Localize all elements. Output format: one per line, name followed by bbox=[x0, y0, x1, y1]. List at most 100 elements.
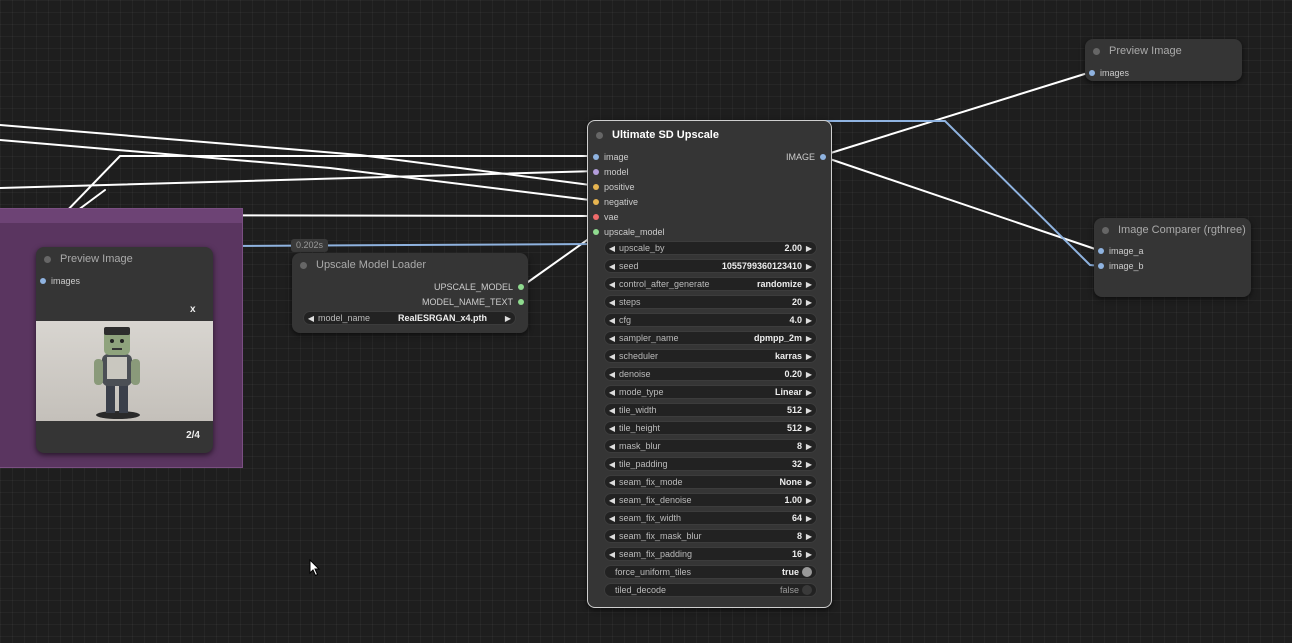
widget-cfg[interactable]: ◀ cfg 4.0 ▶ bbox=[604, 313, 817, 327]
widget-seam-fix-width[interactable]: ◀ seam_fix_width 64 ▶ bbox=[604, 511, 817, 525]
widget-seam-fix-denoise[interactable]: ◀ seam_fix_denoise 1.00 ▶ bbox=[604, 493, 817, 507]
mouse-cursor-icon bbox=[309, 559, 321, 577]
increment-arrow[interactable]: ▶ bbox=[802, 514, 816, 523]
toggle-force-uniform-tiles[interactable]: force_uniform_tiles true bbox=[604, 565, 817, 579]
input-image[interactable]: image bbox=[593, 150, 629, 164]
output-image[interactable]: IMAGE bbox=[786, 150, 826, 164]
widget-mode-type[interactable]: ◀ mode_type Linear ▶ bbox=[604, 385, 817, 399]
widget-steps[interactable]: ◀ steps 20 ▶ bbox=[604, 295, 817, 309]
input-socket[interactable] bbox=[593, 214, 599, 220]
toggle-tiled-decode[interactable]: tiled_decode false bbox=[604, 583, 817, 597]
output-upscale-model[interactable]: UPSCALE_MODEL bbox=[434, 280, 524, 294]
collapse-dot[interactable] bbox=[44, 255, 51, 263]
decrement-arrow[interactable]: ◀ bbox=[605, 532, 619, 541]
increment-arrow[interactable]: ▶ bbox=[802, 244, 816, 253]
decrement-arrow[interactable]: ◀ bbox=[605, 244, 619, 253]
close-preview-button[interactable]: x bbox=[190, 304, 196, 315]
node-title[interactable]: Preview Image bbox=[1085, 39, 1242, 63]
increment-arrow[interactable]: ▶ bbox=[802, 370, 816, 379]
increment-arrow[interactable]: ▶ bbox=[802, 352, 816, 361]
collapse-dot[interactable] bbox=[1093, 47, 1100, 55]
image-counter: 2/4 bbox=[186, 430, 200, 441]
widget-scheduler[interactable]: ◀ scheduler karras ▶ bbox=[604, 349, 817, 363]
decrement-arrow[interactable]: ◀ bbox=[605, 280, 619, 289]
input-image-b[interactable]: image_b bbox=[1098, 259, 1144, 273]
decrement-arrow[interactable]: ◀ bbox=[605, 442, 619, 451]
widget-sampler-name[interactable]: ◀ sampler_name dpmpp_2m ▶ bbox=[604, 331, 817, 345]
toggle-knob[interactable] bbox=[802, 585, 812, 595]
decrement-arrow[interactable]: ◀ bbox=[605, 352, 619, 361]
decrement-arrow[interactable]: ◀ bbox=[304, 314, 318, 323]
input-model[interactable]: model bbox=[593, 165, 629, 179]
widget-seam-fix-mask-blur[interactable]: ◀ seam_fix_mask_blur 8 ▶ bbox=[604, 529, 817, 543]
increment-arrow[interactable]: ▶ bbox=[802, 262, 816, 271]
increment-arrow[interactable]: ▶ bbox=[802, 406, 816, 415]
widget-upscale-by[interactable]: ◀ upscale_by 2.00 ▶ bbox=[604, 241, 817, 255]
input-images[interactable]: images bbox=[40, 274, 80, 288]
decrement-arrow[interactable]: ◀ bbox=[605, 316, 619, 325]
node-title[interactable]: Image Comparer (rgthree) bbox=[1094, 218, 1251, 242]
increment-arrow[interactable]: ▶ bbox=[802, 424, 816, 433]
decrement-arrow[interactable]: ◀ bbox=[605, 514, 619, 523]
model-name-combo[interactable]: ◀ model_name RealESRGAN_x4.pth ▶ bbox=[303, 311, 516, 325]
input-images[interactable]: images bbox=[1089, 66, 1129, 80]
ultimate-sd-upscale-node[interactable]: Ultimate SD Upscale image model positive ne… bbox=[587, 120, 832, 608]
collapse-dot[interactable] bbox=[300, 261, 307, 269]
collapse-dot[interactable] bbox=[596, 131, 603, 139]
decrement-arrow[interactable]: ◀ bbox=[605, 406, 619, 415]
input-vae[interactable]: vae bbox=[593, 210, 619, 224]
increment-arrow[interactable]: ▶ bbox=[802, 442, 816, 451]
collapse-dot[interactable] bbox=[1102, 226, 1109, 234]
input-image-a[interactable]: image_a bbox=[1098, 244, 1144, 258]
decrement-arrow[interactable]: ◀ bbox=[605, 298, 619, 307]
widget-seed[interactable]: ◀ seed 1055799360123410 ▶ bbox=[604, 259, 817, 273]
widget-tile-height[interactable]: ◀ tile_height 512 ▶ bbox=[604, 421, 817, 435]
increment-arrow[interactable]: ▶ bbox=[802, 460, 816, 469]
increment-arrow[interactable]: ▶ bbox=[802, 298, 816, 307]
preview-image-node-right[interactable]: Preview Image images bbox=[1085, 39, 1242, 81]
output-model-name-text[interactable]: MODEL_NAME_TEXT bbox=[422, 295, 524, 309]
node-title[interactable]: Upscale Model Loader bbox=[292, 253, 528, 277]
widget-tile-padding[interactable]: ◀ tile_padding 32 ▶ bbox=[604, 457, 817, 471]
increment-arrow[interactable]: ▶ bbox=[802, 334, 816, 343]
input-positive[interactable]: positive bbox=[593, 180, 635, 194]
input-upscale-model[interactable]: upscale_model bbox=[593, 225, 665, 239]
widget-seam-fix-padding[interactable]: ◀ seam_fix_padding 16 ▶ bbox=[604, 547, 817, 561]
increment-arrow[interactable]: ▶ bbox=[802, 280, 816, 289]
increment-arrow[interactable]: ▶ bbox=[802, 388, 816, 397]
upscale-model-loader-node[interactable]: Upscale Model Loader UPSCALE_MODEL MODEL… bbox=[292, 253, 528, 333]
increment-arrow[interactable]: ▶ bbox=[802, 316, 816, 325]
widget-mask-blur[interactable]: ◀ mask_blur 8 ▶ bbox=[604, 439, 817, 453]
increment-arrow[interactable]: ▶ bbox=[802, 496, 816, 505]
input-negative[interactable]: negative bbox=[593, 195, 638, 209]
decrement-arrow[interactable]: ◀ bbox=[605, 460, 619, 469]
input-socket[interactable] bbox=[593, 154, 599, 160]
preview-image-node-left[interactable]: Preview Image images x 2/4 bbox=[36, 247, 213, 453]
decrement-arrow[interactable]: ◀ bbox=[605, 370, 619, 379]
image-comparer-node[interactable]: Image Comparer (rgthree) image_a image_b bbox=[1094, 218, 1251, 297]
input-socket[interactable] bbox=[593, 199, 599, 205]
decrement-arrow[interactable]: ◀ bbox=[605, 496, 619, 505]
increment-arrow[interactable]: ▶ bbox=[802, 550, 816, 559]
wire-out-preview bbox=[820, 71, 1092, 157]
input-socket[interactable] bbox=[593, 169, 599, 175]
preview-image-thumbnail bbox=[36, 321, 213, 421]
decrement-arrow[interactable]: ◀ bbox=[605, 550, 619, 559]
widget-denoise[interactable]: ◀ denoise 0.20 ▶ bbox=[604, 367, 817, 381]
decrement-arrow[interactable]: ◀ bbox=[605, 424, 619, 433]
decrement-arrow[interactable]: ◀ bbox=[605, 478, 619, 487]
widget-tile-width[interactable]: ◀ tile_width 512 ▶ bbox=[604, 403, 817, 417]
increment-arrow[interactable]: ▶ bbox=[802, 532, 816, 541]
decrement-arrow[interactable]: ◀ bbox=[605, 262, 619, 271]
node-title[interactable]: Preview Image bbox=[36, 247, 213, 271]
input-socket[interactable] bbox=[593, 184, 599, 190]
increment-arrow[interactable]: ▶ bbox=[802, 478, 816, 487]
increment-arrow[interactable]: ▶ bbox=[501, 314, 515, 323]
toggle-knob[interactable] bbox=[802, 567, 812, 577]
widget-control-after-generate[interactable]: ◀ control_after_generate randomize ▶ bbox=[604, 277, 817, 291]
node-title[interactable]: Ultimate SD Upscale bbox=[588, 121, 831, 149]
widget-seam-fix-mode[interactable]: ◀ seam_fix_mode None ▶ bbox=[604, 475, 817, 489]
input-socket[interactable] bbox=[593, 229, 599, 235]
decrement-arrow[interactable]: ◀ bbox=[605, 388, 619, 397]
decrement-arrow[interactable]: ◀ bbox=[605, 334, 619, 343]
